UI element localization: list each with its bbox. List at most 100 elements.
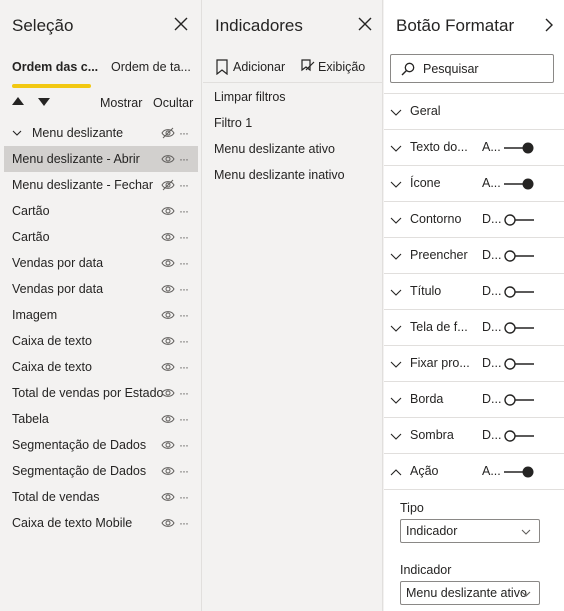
format-section[interactable]: Título D... <box>384 274 564 310</box>
more-options-icon[interactable]: ··· <box>179 328 193 354</box>
move-down-icon[interactable] <box>37 96 51 108</box>
eye-icon[interactable] <box>161 335 175 347</box>
more-options-icon[interactable]: ··· <box>179 510 193 536</box>
close-selection-icon[interactable] <box>173 16 189 32</box>
layer-row[interactable]: Caixa de texto Mobile ··· <box>4 510 198 536</box>
format-section[interactable]: Fixar pro... D... <box>384 346 564 382</box>
type-value: Indicador <box>406 524 458 538</box>
more-options-icon[interactable]: ··· <box>179 172 193 198</box>
format-pane: Botão Formatar GeralTexto do...A...Ícone… <box>384 0 564 611</box>
toggle-off[interactable] <box>504 285 534 299</box>
eye-icon[interactable] <box>161 205 175 217</box>
toggle-on[interactable] <box>504 177 534 191</box>
chevron-right-icon[interactable] <box>544 18 554 32</box>
eye-icon[interactable] <box>161 387 175 399</box>
more-options-icon[interactable]: ··· <box>179 484 193 510</box>
eye-icon[interactable] <box>161 361 175 373</box>
section-state: A... <box>482 176 501 190</box>
bookmark-item[interactable]: Limpar filtros <box>214 90 286 104</box>
section-state: D... <box>482 320 502 334</box>
layer-row[interactable]: Total de vendas por Estado ··· <box>4 380 198 406</box>
toggle-off[interactable] <box>504 429 534 443</box>
format-section[interactable]: Tela de f... D... <box>384 310 564 346</box>
type-dropdown[interactable]: Indicador <box>400 519 540 543</box>
section-label: Borda <box>410 392 444 406</box>
toggle-off[interactable] <box>504 249 534 263</box>
more-options-icon[interactable]: ··· <box>179 458 193 484</box>
layer-row[interactable]: Caixa de texto ··· <box>4 354 198 380</box>
more-options-icon[interactable]: ··· <box>179 250 193 276</box>
toggle-on[interactable] <box>504 465 534 479</box>
format-section[interactable]: Ícone A... <box>384 166 564 202</box>
layer-label: Imagem <box>12 308 58 322</box>
bookmark-item[interactable]: Menu deslizante inativo <box>214 168 345 182</box>
eye-icon[interactable] <box>161 465 175 477</box>
group-row[interactable]: Menu deslizante ··· <box>4 120 198 146</box>
layer-row[interactable]: Imagem ··· <box>4 302 198 328</box>
layer-row[interactable]: Segmentação de Dados ··· <box>4 432 198 458</box>
more-options-icon[interactable]: ··· <box>179 276 193 302</box>
more-options-icon[interactable]: ··· <box>179 432 193 458</box>
format-section[interactable]: Texto do... A... <box>384 130 564 166</box>
chevron-down-icon[interactable] <box>12 128 22 138</box>
format-section[interactable]: Geral <box>384 94 564 130</box>
eye-icon[interactable] <box>161 491 175 503</box>
format-section[interactable]: Contorno D... <box>384 202 564 238</box>
eye-icon[interactable] <box>161 283 175 295</box>
eye-icon[interactable] <box>161 153 175 165</box>
show-button[interactable]: Mostrar <box>100 96 142 110</box>
eye-icon[interactable] <box>161 439 175 451</box>
indicator-dropdown[interactable]: Menu deslizante ativo <box>400 581 540 605</box>
layer-row[interactable]: Cartão ··· <box>4 198 198 224</box>
tab-tab-order[interactable]: Ordem de ta... <box>111 60 191 74</box>
layer-row[interactable]: Menu deslizante - Abrir ··· <box>4 146 198 172</box>
more-options-icon[interactable]: ··· <box>179 146 193 172</box>
move-up-icon[interactable] <box>11 96 25 108</box>
format-section[interactable]: Preencher D... <box>384 238 564 274</box>
close-bookmarks-icon[interactable] <box>357 16 373 32</box>
bookmark-item[interactable]: Filtro 1 <box>214 116 252 130</box>
format-section[interactable]: Borda D... <box>384 382 564 418</box>
more-options-icon[interactable]: ··· <box>179 224 193 250</box>
more-options-icon[interactable]: ··· <box>179 380 193 406</box>
toggle-on[interactable] <box>504 141 534 155</box>
more-options-icon[interactable]: ··· <box>179 302 193 328</box>
toggle-off[interactable] <box>504 213 534 227</box>
hide-button[interactable]: Ocultar <box>153 96 193 110</box>
layer-label: Segmentação de Dados <box>12 438 147 452</box>
selection-pane: Seleção Ordem das c... Ordem de ta... Mo… <box>0 0 202 611</box>
format-section[interactable]: Sombra D... <box>384 418 564 454</box>
layer-row[interactable]: Segmentação de Dados ··· <box>4 458 198 484</box>
eye-icon[interactable] <box>161 231 175 243</box>
more-options-icon[interactable]: ··· <box>179 198 193 224</box>
layer-row[interactable]: Vendas por data ··· <box>4 250 198 276</box>
layer-row[interactable]: Menu deslizante - Fechar ··· <box>4 172 198 198</box>
layer-row[interactable]: Vendas por data ··· <box>4 276 198 302</box>
more-options-icon[interactable]: ··· <box>179 406 193 432</box>
eye-icon[interactable] <box>161 309 175 321</box>
search-box[interactable] <box>390 54 554 83</box>
toggle-off[interactable] <box>504 357 534 371</box>
add-bookmark-button[interactable]: Adicionar <box>215 58 299 76</box>
tab-layer-order[interactable]: Ordem das c... <box>12 60 98 74</box>
more-options-icon[interactable]: ··· <box>179 120 193 146</box>
eye-icon[interactable] <box>161 413 175 425</box>
layer-label: Menu deslizante <box>32 126 124 140</box>
bookmarks-pane: Indicadores Adicionar Exibição Limpar fi… <box>203 0 383 611</box>
search-input[interactable] <box>423 60 549 78</box>
format-section[interactable]: Ação A... <box>384 454 564 490</box>
bookmark-item[interactable]: Menu deslizante ativo <box>214 142 335 156</box>
layer-row[interactable]: Cartão ··· <box>4 224 198 250</box>
eye-hidden-icon[interactable] <box>161 127 175 139</box>
more-options-icon[interactable]: ··· <box>179 354 193 380</box>
toggle-off[interactable] <box>504 321 534 335</box>
eye-hidden-icon[interactable] <box>161 179 175 191</box>
view-button[interactable]: Exibição <box>300 58 370 76</box>
layer-row[interactable]: Total de vendas ··· <box>4 484 198 510</box>
layer-row[interactable]: Tabela ··· <box>4 406 198 432</box>
toggle-off[interactable] <box>504 393 534 407</box>
eye-icon[interactable] <box>161 517 175 529</box>
layer-label: Caixa de texto <box>12 334 92 348</box>
layer-row[interactable]: Caixa de texto ··· <box>4 328 198 354</box>
eye-icon[interactable] <box>161 257 175 269</box>
